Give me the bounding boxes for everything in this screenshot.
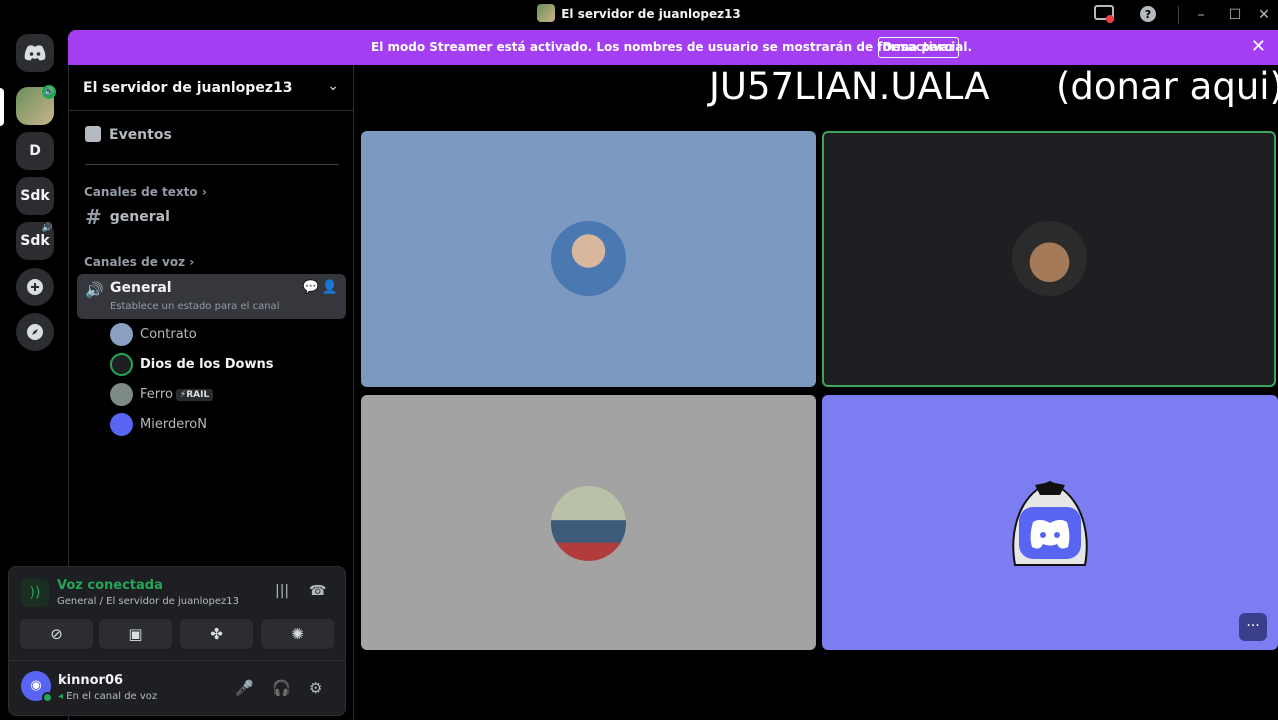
member-name: Contrato <box>140 327 197 342</box>
speaker-icon: ◂ <box>58 691 64 702</box>
speaker-icon: 🔊 <box>85 281 104 299</box>
chevron-down-icon: ⌄ <box>327 78 339 94</box>
online-status-dot <box>42 692 53 703</box>
category-label: Canales de voz <box>84 255 186 269</box>
disconnect-icon[interactable]: ☎ <box>309 583 326 599</box>
user-status: ◂ En el canal de voz <box>58 691 157 702</box>
voice-indicator-icon: 🔊 <box>42 85 56 99</box>
server-sdk-1[interactable]: Sdk <box>16 177 54 215</box>
server-header[interactable]: El servidor de juanlopez13 ⌄ <box>69 65 353 111</box>
more-options-icon[interactable]: ··· <box>1239 613 1267 641</box>
voice-location[interactable]: General / El servidor de juanlopez13 <box>57 596 239 607</box>
window-title: El servidor de juanlopez13 <box>0 4 1278 22</box>
selected-server-pill <box>0 88 4 126</box>
server-label: Sdk <box>20 188 50 204</box>
participant-avatar <box>551 221 626 296</box>
deactivate-button[interactable]: Desactivar <box>878 37 959 58</box>
soundboard-button[interactable]: ✺ <box>261 619 334 649</box>
svg-text:?: ? <box>1145 8 1151 21</box>
screen-share-icon: ▣ <box>128 625 143 643</box>
member-name: MierderoN <box>140 417 207 432</box>
help-icon[interactable]: ? <box>1137 5 1159 25</box>
server-d[interactable]: D <box>16 132 54 170</box>
avatar <box>110 383 133 406</box>
member-name-row: Ferro ⚡RAIL <box>140 387 214 402</box>
participant-avatar <box>551 486 626 561</box>
voice-connection-panel: )) Voz conectada General / El servidor d… <box>8 566 346 716</box>
text-category[interactable]: Canales de texto › <box>84 185 207 199</box>
user-status-text: En el canal de voz <box>66 691 158 702</box>
soundboard-icon: ✺ <box>291 625 304 643</box>
microphone-icon[interactable]: 🎤 <box>235 679 254 697</box>
avatar <box>110 353 133 376</box>
discord-home-icon[interactable] <box>16 34 54 72</box>
speaker-icon: 🔊 <box>41 223 53 233</box>
server-avatar[interactable]: 🔊 <box>16 85 56 125</box>
category-label: Canales de texto <box>84 185 198 199</box>
voice-channel-name: General <box>110 280 172 296</box>
participant-tile[interactable] <box>361 395 816 650</box>
channel-status-prompt[interactable]: Establece un estado para el canal <box>110 301 279 312</box>
hash-icon: # <box>85 205 102 229</box>
stream-overlay-text-right: (donar aqui) <box>1056 65 1278 108</box>
participant-tile[interactable] <box>361 131 816 387</box>
participant-tile-speaking[interactable] <box>822 131 1276 387</box>
camera-off-icon: ⊘ <box>50 625 63 643</box>
window-title-text: El servidor de juanlopez13 <box>561 7 741 21</box>
server-icon <box>537 4 556 22</box>
member-badge: ⚡RAIL <box>175 389 214 401</box>
close-icon[interactable]: ✕ <box>1253 5 1275 25</box>
camera-off-button[interactable]: ⊘ <box>20 619 93 649</box>
add-server-icon[interactable] <box>16 268 54 306</box>
minimize-icon[interactable]: – <box>1190 5 1212 25</box>
chat-bubble-icon[interactable]: 💬 <box>303 280 319 295</box>
maximize-icon[interactable]: ☐ <box>1224 5 1246 25</box>
events-label: Eventos <box>109 127 172 143</box>
channel-label: general <box>109 209 170 225</box>
voice-channel-general[interactable]: 🔊 General Establece un estado para el ca… <box>77 274 346 319</box>
video-stage: JU57LIAN.UALA (donar aqui) ··· <box>355 65 1278 720</box>
server-sdk-2[interactable]: Sdk 🔊 <box>16 222 54 260</box>
events-link[interactable]: Eventos <box>85 125 172 143</box>
activities-icon: ✤ <box>210 625 223 643</box>
user-bar: ◉ kinnor06 ◂ En el canal de voz 🎤 🎧 ⚙ <box>9 660 345 716</box>
voice-category[interactable]: Canales de voz › <box>84 255 194 269</box>
server-name: El servidor de juanlopez13 <box>83 80 293 96</box>
activities-button[interactable]: ✤ <box>180 619 253 649</box>
noise-suppression-icon[interactable]: ||| <box>275 583 289 599</box>
avatar <box>110 323 133 346</box>
chevron-down-icon: › <box>189 255 195 269</box>
participant-tile[interactable]: ··· <box>822 395 1278 650</box>
stream-overlay-text-left: JU57LIAN.UALA <box>709 65 990 108</box>
username[interactable]: kinnor06 <box>58 673 123 688</box>
discover-icon[interactable] <box>16 313 54 351</box>
server-label: Sdk <box>20 233 50 249</box>
streamer-mode-banner: El modo Streamer está activado. Los nomb… <box>68 30 1278 65</box>
discord-avatar-icon <box>1005 477 1095 567</box>
member-name: Dios de los Downs <box>140 357 274 372</box>
channel-general-text[interactable]: # general <box>85 205 170 229</box>
titlebar-divider <box>1178 6 1179 24</box>
server-label: D <box>29 143 41 159</box>
member-name: Ferro <box>140 387 173 402</box>
inbox-icon[interactable] <box>1093 5 1115 25</box>
title-bar: El servidor de juanlopez13 ? – ☐ ✕ <box>0 0 1278 30</box>
participant-avatar <box>1012 221 1087 296</box>
chevron-down-icon: › <box>201 185 207 199</box>
headphones-icon[interactable]: 🎧 <box>272 679 291 697</box>
divider <box>85 164 339 165</box>
avatar <box>110 413 133 436</box>
voice-status[interactable]: Voz conectada <box>57 578 163 593</box>
close-banner-icon[interactable]: ✕ <box>1251 36 1266 57</box>
settings-gear-icon[interactable]: ⚙ <box>309 679 322 697</box>
calendar-icon <box>85 125 101 142</box>
screen-share-button[interactable]: ▣ <box>99 619 172 649</box>
signal-icon: )) <box>21 579 49 607</box>
invite-user-icon[interactable]: 👤 <box>322 280 338 295</box>
